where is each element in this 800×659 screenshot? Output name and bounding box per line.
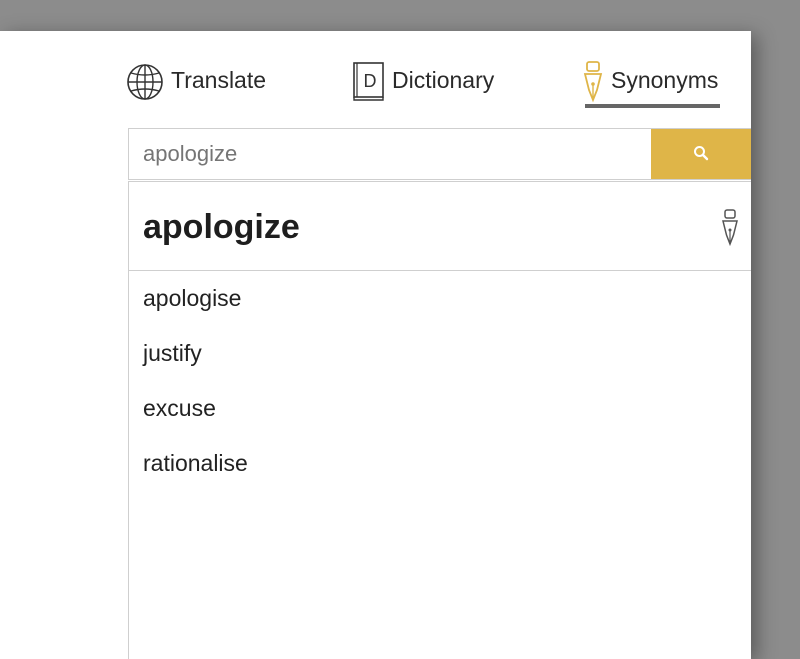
search-bar	[128, 128, 751, 180]
tab-synonyms-label: Synonyms	[611, 67, 719, 93]
globe-icon	[126, 63, 164, 101]
pen-nib-icon	[582, 60, 604, 104]
search-input[interactable]	[129, 129, 651, 179]
list-item[interactable]: justify	[143, 340, 202, 367]
tab-bar: Translate D Dictionary Synonyms	[0, 31, 751, 111]
list-item[interactable]: rationalise	[143, 450, 248, 477]
search-icon	[693, 145, 709, 164]
headword-row: apologize	[129, 182, 751, 271]
tab-dictionary[interactable]: D Dictionary	[352, 60, 494, 108]
tab-dictionary-label: Dictionary	[392, 67, 495, 93]
list-item[interactable]: excuse	[143, 395, 216, 422]
book-icon: D	[352, 62, 385, 102]
pen-nib-icon[interactable]	[721, 209, 739, 252]
tab-translate[interactable]: Translate	[126, 60, 266, 108]
tab-synonyms[interactable]: Synonyms	[582, 60, 718, 108]
tab-translate-label: Translate	[171, 67, 267, 93]
search-button[interactable]	[651, 129, 751, 179]
results-area: apologize apologise justify excuse ratio…	[128, 181, 751, 659]
headword: apologize	[143, 208, 300, 246]
list-item[interactable]: apologise	[143, 285, 241, 312]
active-tab-indicator	[585, 104, 720, 108]
synonyms-panel: Translate D Dictionary Synonyms apologiz…	[0, 31, 751, 659]
svg-text:D: D	[364, 71, 377, 91]
